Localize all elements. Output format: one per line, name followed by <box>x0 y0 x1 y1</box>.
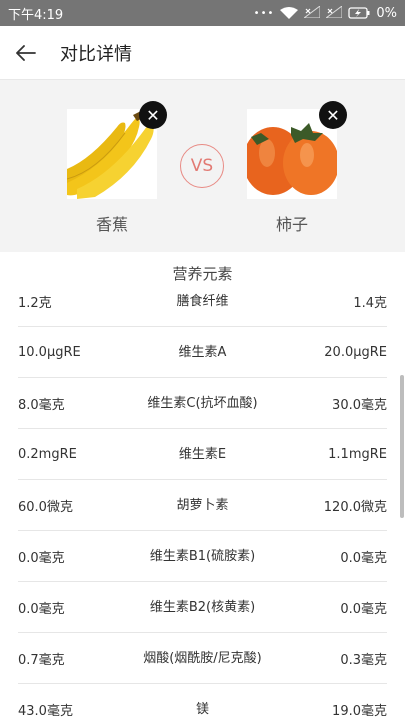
left-value: 8.0毫克 <box>18 398 65 413</box>
right-value: 19.0毫克 <box>332 704 387 718</box>
signal-dots: ••• <box>253 7 275 19</box>
left-value: 0.2mgRE <box>18 447 77 462</box>
right-value: 1.4克 <box>353 296 387 311</box>
left-value: 43.0毫克 <box>18 704 73 718</box>
table-row: 1.2克 膳食纤维 1.4克 <box>0 276 405 327</box>
left-value: 0.0毫克 <box>18 602 65 617</box>
signal-icon-2 <box>324 4 343 21</box>
back-button[interactable] <box>0 26 52 80</box>
compare-area: ✕ 香蕉 VS ✕ 柿子 <box>0 80 405 252</box>
battery-percent: 0% <box>376 5 397 21</box>
scrollbar[interactable] <box>400 375 404 518</box>
nutrient-name: 烟酸(烟酰胺/尼克酸) <box>143 651 262 666</box>
signal-icon <box>302 4 321 21</box>
remove-left-button[interactable]: ✕ <box>139 101 167 129</box>
table-row: 0.0毫克 维生素B1(硫胺素) 0.0毫克 <box>0 531 405 582</box>
food-left-name: 香蕉 <box>95 215 128 234</box>
left-value: 10.0μgRE <box>18 345 81 360</box>
right-value: 120.0微克 <box>323 500 387 515</box>
nutrient-name: 维生素B2(核黄素) <box>149 600 256 615</box>
nutrient-name: 维生素E <box>178 447 227 462</box>
wifi-icon <box>280 7 299 19</box>
nutrient-name: 镁 <box>195 702 209 717</box>
right-value: 0.3毫克 <box>340 653 387 668</box>
page-title: 对比详情 <box>60 43 132 65</box>
nutrient-name: 胡萝卜素 <box>176 498 229 513</box>
food-right[interactable]: ✕ 柿子 <box>247 101 347 235</box>
right-value: 30.0毫克 <box>332 398 387 413</box>
table-row: 0.7毫克 烟酸(烟酰胺/尼克酸) 0.3毫克 <box>0 633 405 684</box>
food-right-name: 柿子 <box>275 215 308 234</box>
nutrient-name: 维生素B1(硫胺素) <box>149 549 256 564</box>
nutrient-name: 膳食纤维 <box>176 294 229 309</box>
charging-battery-icon <box>348 7 370 19</box>
remove-right-button[interactable]: ✕ <box>319 101 347 129</box>
left-value: 0.0毫克 <box>18 551 65 566</box>
right-value: 1.1mgRE <box>328 447 387 462</box>
app-bar: 对比详情 <box>0 26 405 80</box>
status-icons: ••• 0% <box>253 4 397 21</box>
status-bar: 下午4:19 ••• 0% <box>0 0 405 26</box>
table-row: 0.0毫克 维生素B2(核黄素) 0.0毫克 <box>0 582 405 633</box>
food-left[interactable]: ✕ 香蕉 <box>67 101 167 235</box>
table-row: 43.0毫克 镁 19.0毫克 <box>0 684 405 718</box>
status-time: 下午4:19 <box>8 7 64 23</box>
left-value: 60.0微克 <box>18 500 73 515</box>
right-value: 0.0毫克 <box>340 551 387 566</box>
arrow-left-icon <box>16 44 36 61</box>
nutrient-name: 维生素C(抗坏血酸) <box>147 396 258 411</box>
left-value: 1.2克 <box>18 296 52 311</box>
nutrient-name: 维生素A <box>178 345 227 360</box>
right-value: 0.0毫克 <box>340 602 387 617</box>
vs-badge: VS <box>180 144 224 188</box>
table-row: 60.0微克 胡萝卜素 120.0微克 <box>0 480 405 531</box>
left-value: 0.7毫克 <box>18 653 65 668</box>
right-value: 20.0μgRE <box>324 345 387 360</box>
table-row: 0.2mgRE 维生素E 1.1mgRE <box>0 429 405 480</box>
nutrition-table: 1.2克 膳食纤维 1.4克 10.0μgRE 维生素A 20.0μgRE 8.… <box>0 276 405 718</box>
table-row: 8.0毫克 维生素C(抗坏血酸) 30.0毫克 <box>0 378 405 429</box>
table-row: 10.0μgRE 维生素A 20.0μgRE <box>0 327 405 378</box>
